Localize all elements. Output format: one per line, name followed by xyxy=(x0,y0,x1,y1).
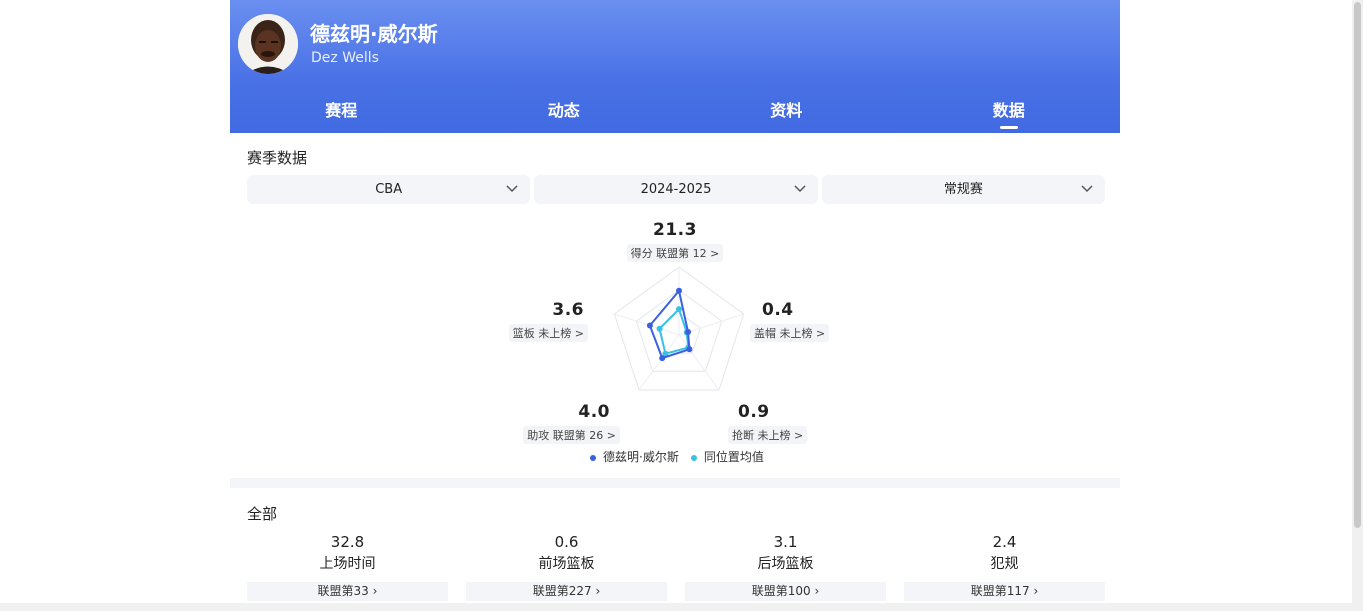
stat-rebounds-name: 篮板 xyxy=(512,327,535,340)
stat-fouls: 2.4 犯规 联盟第117 › xyxy=(904,533,1105,601)
stat-off-rebounds-rank[interactable]: 联盟第227 › xyxy=(466,582,667,601)
section-divider xyxy=(230,478,1120,488)
chevron-down-icon xyxy=(794,185,806,193)
stage-select-value: 常规赛 xyxy=(943,182,983,197)
stat-steals: 0.9 抢断 未上榜 > xyxy=(728,402,828,444)
stat-steals-name: 抢断 xyxy=(732,429,754,442)
scrollbar-thumb[interactable] xyxy=(1354,2,1361,528)
chevron-down-icon xyxy=(1081,185,1093,193)
stat-assists: 4.0 助攻 联盟第 26 > xyxy=(520,402,620,444)
tab-stats[interactable]: 数据 xyxy=(898,89,1121,133)
stat-blocks-value: 0.4 xyxy=(762,300,794,320)
stat-fouls-value: 2.4 xyxy=(992,533,1017,551)
stat-off-rebounds-label: 前场篮板 xyxy=(538,556,595,572)
stat-blocks-rank[interactable]: 盖帽 未上榜 > xyxy=(750,324,830,342)
stat-def-rebounds-label: 后场篮板 xyxy=(757,556,814,572)
stat-off-rebounds-rank-text: 联盟第227 xyxy=(532,584,592,598)
stat-fouls-label: 犯规 xyxy=(990,556,1019,572)
radar-axis-line xyxy=(638,334,680,391)
radar-axis-line xyxy=(614,313,680,336)
stat-assists-value: 4.0 xyxy=(578,402,610,422)
stat-points-rank-text: 联盟第 12 > xyxy=(656,247,720,260)
season-select[interactable]: 2024-2025 xyxy=(534,175,818,204)
stat-steals-rank-text: 未上榜 > xyxy=(757,429,804,442)
season-stats-title: 赛季数据 xyxy=(247,149,308,167)
player-page: 德兹明·威尔斯 Dez Wells 赛程 动态 资料 数据 赛季数据 CBA 2… xyxy=(230,0,1120,611)
stat-fouls-rank-text: 联盟第117 xyxy=(970,584,1030,598)
player-avatar xyxy=(238,14,298,74)
stat-blocks: 0.4 盖帽 未上榜 > xyxy=(750,300,850,342)
stat-assists-name: 助攻 xyxy=(527,429,550,442)
league-select[interactable]: CBA xyxy=(247,175,531,204)
stat-off-rebounds: 0.6 前场篮板 联盟第227 › xyxy=(466,533,667,601)
stat-off-rebounds-value: 0.6 xyxy=(554,533,579,551)
stage-select[interactable]: 常规赛 xyxy=(821,175,1105,204)
player-header: 德兹明·威尔斯 Dez Wells 赛程 动态 资料 数据 xyxy=(230,0,1120,133)
stat-rebounds: 3.6 篮板 未上榜 > xyxy=(488,300,588,342)
radar-chart-area: 21.3 得分 联盟第 12 > 0.4 盖帽 未上榜 > 0.9 抢断 未上榜… xyxy=(230,210,1120,470)
stat-minutes-label: 上场时间 xyxy=(319,556,376,572)
chevron-right-icon: › xyxy=(372,584,378,598)
radar-series-point xyxy=(656,325,663,332)
stat-assists-rank[interactable]: 助攻 联盟第 26 > xyxy=(523,426,620,444)
scrollbar[interactable] xyxy=(1352,0,1363,611)
all-stats-grid: 32.8 上场时间 联盟第33 › 0.6 前场篮板 联盟第227 › 3.1 … xyxy=(247,533,1105,601)
radar-series-point xyxy=(685,329,692,336)
stat-assists-rank-text: 联盟第 26 > xyxy=(552,429,616,442)
radar-series-point xyxy=(646,322,653,329)
stat-def-rebounds-value: 3.1 xyxy=(773,533,798,551)
player-name-en: Dez Wells xyxy=(311,50,379,66)
chevron-right-icon: › xyxy=(595,584,601,598)
legend-average-label: 同位置均值 xyxy=(703,450,764,464)
tab-schedule[interactable]: 赛程 xyxy=(230,89,453,133)
stat-steals-value: 0.9 xyxy=(738,402,770,422)
legend-average-dot-icon xyxy=(690,454,697,461)
chevron-right-icon: › xyxy=(814,584,820,598)
legend-player-label: 德兹明·威尔斯 xyxy=(603,450,679,464)
league-select-value: CBA xyxy=(375,182,403,197)
chevron-down-icon xyxy=(506,185,518,193)
stat-minutes-rank[interactable]: 联盟第33 › xyxy=(247,582,448,601)
radar-axis-line xyxy=(678,334,720,391)
stat-blocks-rank-text: 未上榜 > xyxy=(779,327,826,340)
stat-minutes: 32.8 上场时间 联盟第33 › xyxy=(247,533,448,601)
chevron-right-icon: › xyxy=(1033,584,1039,598)
stat-def-rebounds-rank-text: 联盟第100 xyxy=(751,584,811,598)
stat-points: 21.3 得分 联盟第 12 > xyxy=(625,220,725,262)
all-stats-title: 全部 xyxy=(247,505,278,523)
tab-news[interactable]: 动态 xyxy=(453,89,676,133)
stat-steals-rank[interactable]: 抢断 未上榜 > xyxy=(728,426,808,444)
legend-player[interactable]: 德兹明·威尔斯 xyxy=(590,448,679,465)
stat-rebounds-value: 3.6 xyxy=(552,300,584,320)
stat-points-value: 21.3 xyxy=(653,220,697,240)
radar-series-point xyxy=(659,355,666,362)
stat-minutes-value: 32.8 xyxy=(330,533,365,551)
radar-legend: 德兹明·威尔斯 同位置均值 xyxy=(590,448,764,465)
season-select-value: 2024-2025 xyxy=(640,182,712,197)
stat-rebounds-rank[interactable]: 篮板 未上榜 > xyxy=(508,324,588,342)
stat-blocks-name: 盖帽 xyxy=(754,327,776,340)
radar-series-point xyxy=(676,287,682,294)
tab-bar: 赛程 动态 资料 数据 xyxy=(230,89,1120,133)
season-filters: CBA 2024-2025 常规赛 xyxy=(247,175,1105,204)
radar-series-point xyxy=(676,306,682,313)
stat-def-rebounds: 3.1 后场篮板 联盟第100 › xyxy=(685,533,886,601)
stat-rebounds-rank-text: 未上榜 > xyxy=(538,327,584,340)
stat-fouls-rank[interactable]: 联盟第117 › xyxy=(904,582,1105,601)
stat-points-rank[interactable]: 得分 联盟第 12 > xyxy=(626,244,724,262)
legend-average[interactable]: 同位置均值 xyxy=(690,448,764,465)
legend-player-dot-icon xyxy=(590,454,596,461)
stat-def-rebounds-rank[interactable]: 联盟第100 › xyxy=(685,582,886,601)
stat-minutes-rank-text: 联盟第33 xyxy=(317,584,369,598)
tab-profile[interactable]: 资料 xyxy=(675,89,898,133)
page-bottom-strip xyxy=(0,603,1352,611)
radar-series-point xyxy=(686,346,693,353)
avatar-portrait-icon xyxy=(238,14,298,74)
stat-points-name: 得分 xyxy=(630,247,653,260)
player-name-cn: 德兹明·威尔斯 xyxy=(310,22,438,46)
